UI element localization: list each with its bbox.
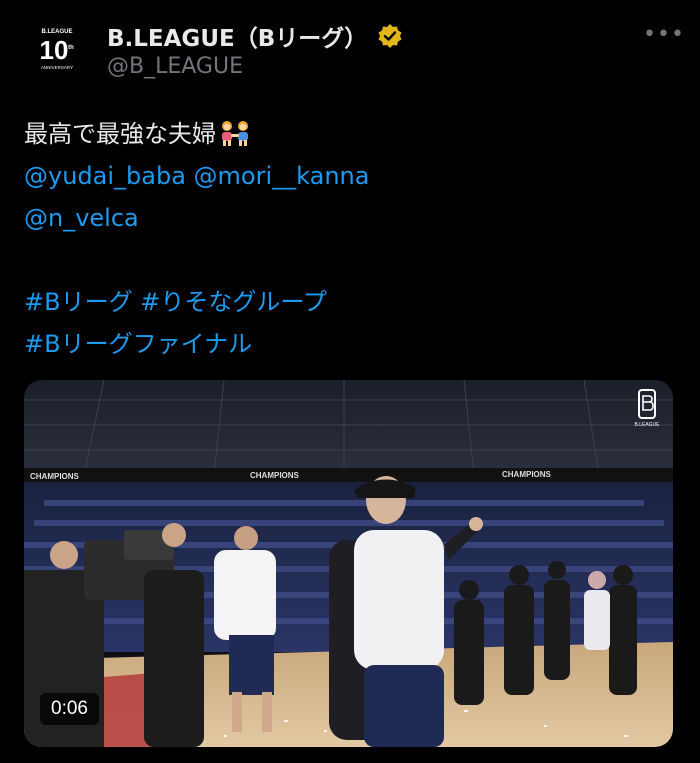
b-league-10th-logo: B.LEAGUE 10 th ANNIVERSARY	[24, 17, 90, 83]
hashtag-bleague-final[interactable]: #Bリーグファイナル	[24, 330, 252, 358]
tweet-sentence: 最高で最強な夫婦	[24, 120, 216, 148]
svg-text:10: 10	[40, 35, 69, 65]
mention-yudai-baba[interactable]: @yudai_baba	[24, 162, 186, 190]
mention-n-velca[interactable]: @n_velca	[24, 204, 139, 232]
more-options-icon[interactable]: •••	[643, 22, 685, 47]
tweet-line-3: @n_velca	[24, 197, 674, 239]
tweet-line-5: #Bリーグ #りそなグループ	[24, 281, 674, 323]
video-duration-badge: 0:06	[40, 693, 99, 725]
hashtag-bleague[interactable]: #Bリーグ	[24, 288, 133, 316]
hashtag-resona-group[interactable]: #りそなグループ	[140, 288, 327, 316]
svg-text:B.LEAGUE: B.LEAGUE	[634, 422, 660, 428]
svg-text:CHAMPIONS: CHAMPIONS	[30, 472, 80, 481]
tweet-text: 最高で最強な夫婦 @yudai_baba @mori__kanna @n_vel…	[24, 113, 674, 365]
author-name-row[interactable]: B.LEAGUE（Bリーグ）	[107, 19, 403, 53]
tweet-line-2: @yudai_baba @mori__kanna	[24, 155, 674, 197]
mention-mori-kanna[interactable]: @mori__kanna	[194, 162, 370, 190]
svg-text:CHAMPIONS: CHAMPIONS	[250, 471, 300, 480]
avatar[interactable]: B.LEAGUE 10 th ANNIVERSARY	[24, 17, 90, 83]
svg-text:CHAMPIONS: CHAMPIONS	[502, 470, 552, 479]
svg-text:ANNIVERSARY: ANNIVERSARY	[41, 65, 73, 70]
tweet-line-1: 最高で最強な夫婦	[24, 113, 674, 155]
author-display-name[interactable]: B.LEAGUE（Bリーグ）	[107, 19, 367, 53]
b-league-watermark-icon: B.LEAGUE	[633, 388, 661, 428]
author-handle[interactable]: @B_LEAGUE	[107, 54, 243, 79]
tweet-line-6: #Bリーグファイナル	[24, 323, 674, 365]
video-frame-image: CHAMPIONS CHAMPIONS CHAMPIONS	[24, 380, 673, 747]
video-player[interactable]: CHAMPIONS CHAMPIONS CHAMPIONS B.LEAGUE 0…	[24, 380, 673, 747]
svg-text:th: th	[68, 45, 74, 51]
verified-badge-icon[interactable]	[377, 23, 403, 49]
couple-emoji-icon	[218, 117, 252, 159]
